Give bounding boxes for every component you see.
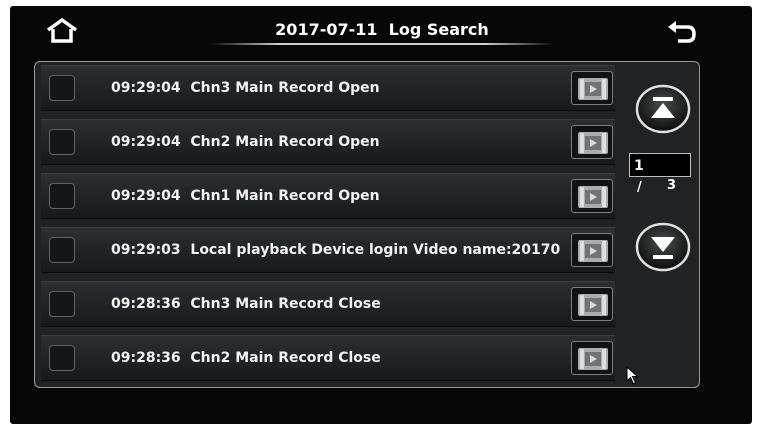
video-playback-icon [578, 132, 608, 154]
play-button[interactable] [571, 341, 613, 375]
log-row: 09:29:04 Chn3 Main Record Open [41, 65, 615, 111]
row-checkbox[interactable] [49, 345, 75, 371]
row-checkbox[interactable] [49, 75, 75, 101]
log-list-panel: 09:29:04 Chn3 Main Record Open 09:29:04 … [34, 61, 700, 388]
log-entry-text: 09:28:36 Chn3 Main Record Close [111, 296, 381, 312]
back-button[interactable] [662, 18, 702, 48]
play-button[interactable] [571, 125, 613, 159]
page-up-icon [635, 84, 691, 134]
home-icon [46, 17, 78, 43]
log-row: 09:29:04 Chn2 Main Record Open [41, 119, 615, 165]
row-checkbox[interactable] [49, 129, 75, 155]
row-checkbox[interactable] [49, 237, 75, 263]
page-total: 3 [667, 178, 677, 193]
row-checkbox[interactable] [49, 291, 75, 317]
mouse-cursor-icon [626, 365, 640, 390]
video-playback-icon [578, 78, 608, 100]
log-entry-text: 09:28:36 Chn2 Main Record Close [111, 350, 381, 366]
page-up-button[interactable] [635, 84, 691, 134]
log-search-screen: 2017-07-11 Log Search 09:29:04 Chn3 Main… [10, 6, 752, 424]
home-button[interactable] [42, 16, 82, 46]
page-title: 2017-07-11 Log Search [275, 20, 489, 39]
log-entry-text: 09:29:03 Local playback Device login Vid… [111, 242, 561, 258]
pager: / 3 [621, 62, 699, 387]
page-separator: / [637, 180, 642, 195]
page-number-input[interactable] [629, 153, 691, 177]
title-underline [210, 43, 554, 45]
log-entry-text: 09:29:04 Chn3 Main Record Open [111, 80, 380, 96]
play-button[interactable] [571, 179, 613, 213]
video-playback-icon [578, 240, 608, 262]
log-entry-text: 09:29:04 Chn2 Main Record Open [111, 134, 380, 150]
log-row: 09:29:03 Local playback Device login Vid… [41, 227, 615, 273]
log-entry-text: 09:29:04 Chn1 Main Record Open [111, 188, 380, 204]
video-playback-icon [578, 294, 608, 316]
play-button[interactable] [571, 71, 613, 105]
row-checkbox[interactable] [49, 183, 75, 209]
play-button[interactable] [571, 287, 613, 321]
log-row: 09:28:36 Chn3 Main Record Close [41, 281, 615, 327]
page-down-icon [635, 222, 691, 272]
page-down-button[interactable] [635, 222, 691, 272]
log-row: 09:28:36 Chn2 Main Record Close [41, 335, 615, 381]
log-row: 09:29:04 Chn1 Main Record Open [41, 173, 615, 219]
back-arrow-icon [668, 21, 696, 43]
play-button[interactable] [571, 233, 613, 267]
video-playback-icon [578, 186, 608, 208]
video-playback-icon [578, 348, 608, 370]
